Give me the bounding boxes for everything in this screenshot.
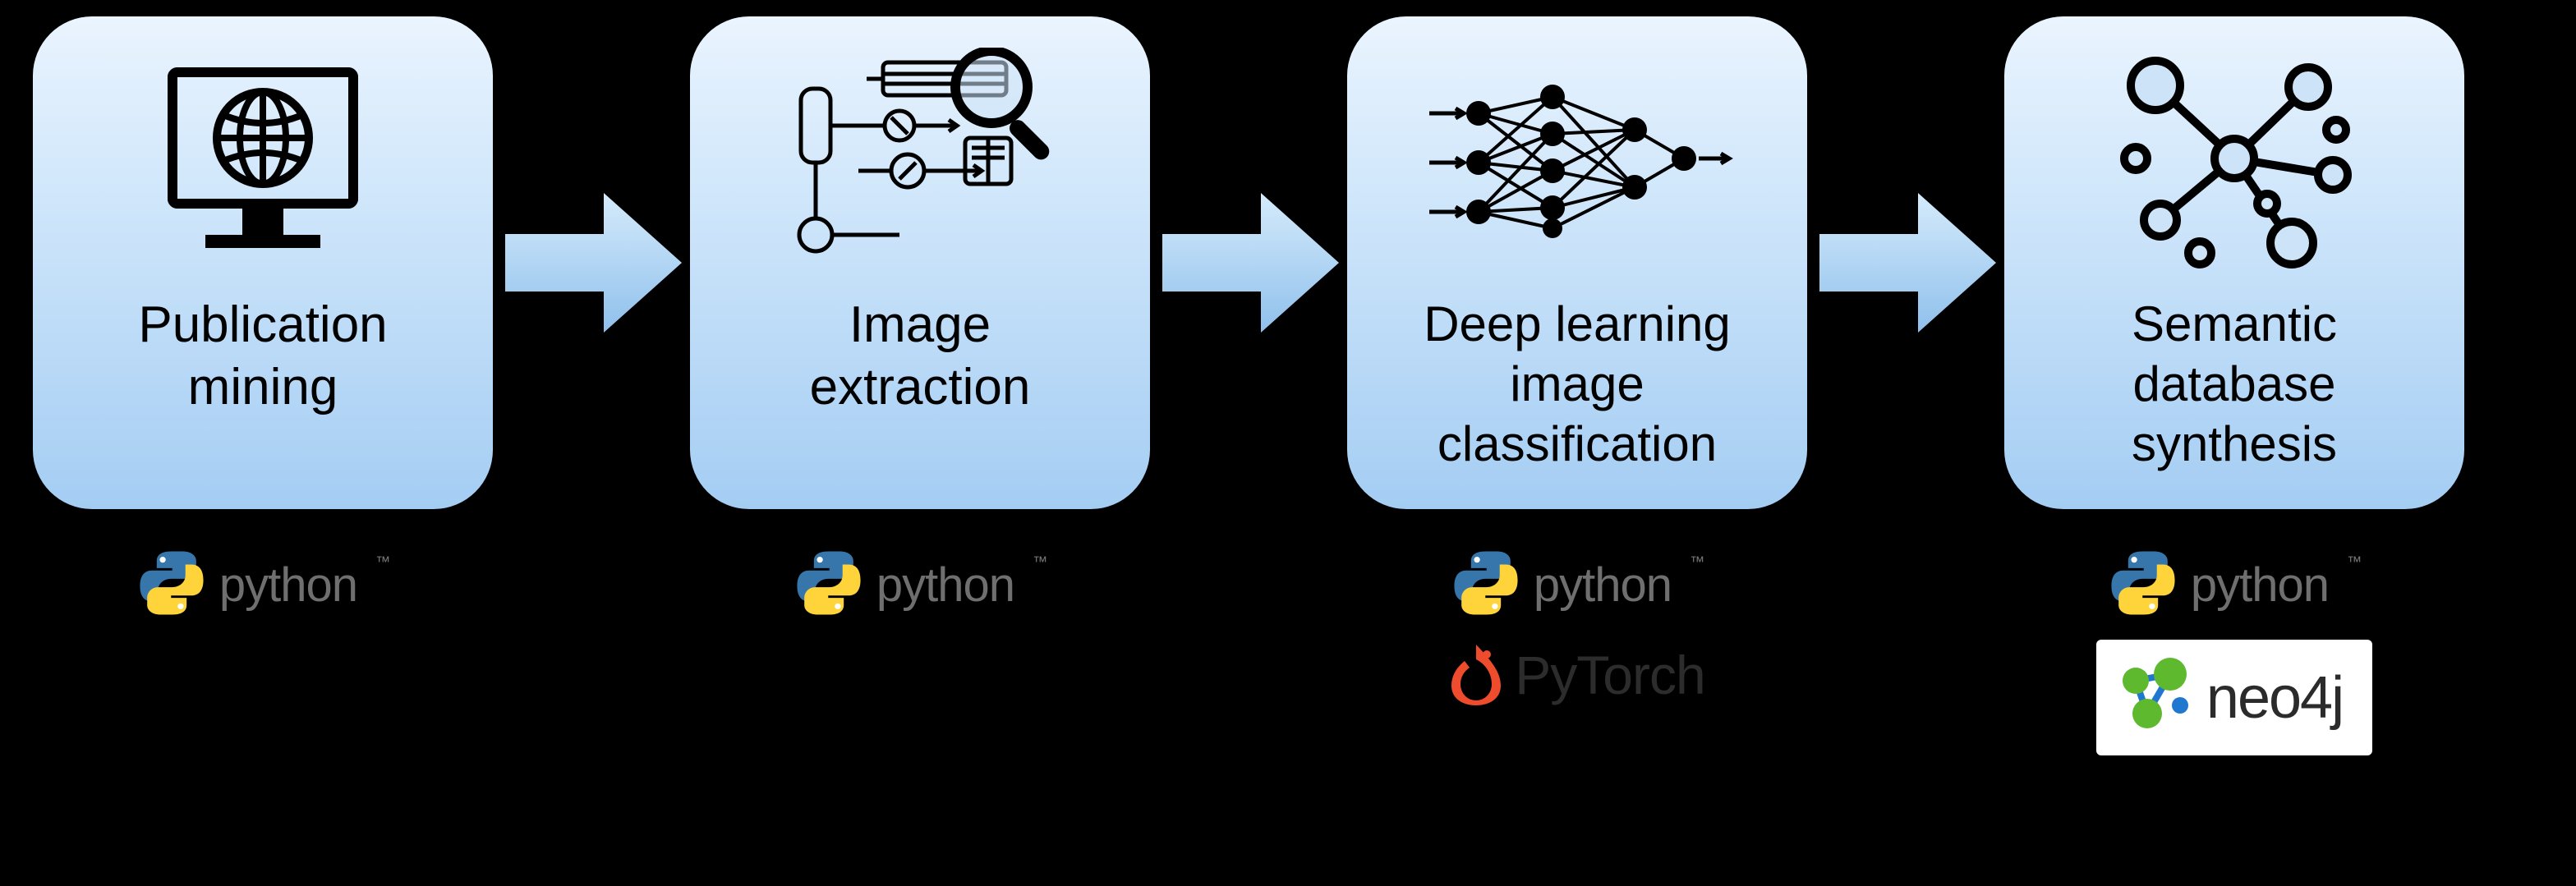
card-image-extraction: Imageextraction xyxy=(690,16,1150,509)
schematic-magnify-icon xyxy=(715,39,1125,286)
python-trademark: ™ xyxy=(1033,553,1047,571)
neural-net-icon xyxy=(1372,39,1782,286)
python-snake-icon xyxy=(2110,550,2176,620)
stage-logos: python ™ xyxy=(690,550,1150,620)
python-logo: python ™ xyxy=(1453,550,1701,620)
python-trademark: ™ xyxy=(1690,553,1704,571)
card-label: Publicationmining xyxy=(138,294,387,418)
python-snake-icon xyxy=(796,550,862,620)
pytorch-flame-icon xyxy=(1449,640,1503,709)
arrow-icon xyxy=(1807,16,2004,509)
python-wordmark: python xyxy=(876,558,1014,613)
monitor-globe-icon xyxy=(58,39,468,286)
python-wordmark: python xyxy=(1534,558,1672,613)
neo4j-logo: neo4j xyxy=(2096,640,2372,755)
card-publication-mining: Publicationmining xyxy=(33,16,493,509)
stage-logos: python ™ neo4j xyxy=(2004,550,2464,755)
python-wordmark: python xyxy=(2191,558,2329,613)
python-trademark: ™ xyxy=(2347,553,2362,571)
card-label: Deep learningimageclassification xyxy=(1424,294,1731,475)
python-snake-icon xyxy=(139,550,205,620)
pipeline-diagram: Publicationmining python ™ xyxy=(33,16,2543,755)
card-deep-learning: Deep learningimageclassification xyxy=(1347,16,1807,509)
pytorch-logo: PyTorch xyxy=(1449,640,1704,709)
neo4j-wordmark: neo4j xyxy=(2206,664,2343,732)
arrow-icon xyxy=(493,16,690,509)
python-snake-icon xyxy=(1453,550,1519,620)
pytorch-wordmark: PyTorch xyxy=(1515,644,1704,706)
python-logo: python ™ xyxy=(796,550,1044,620)
arrow-icon xyxy=(1150,16,1347,509)
python-logo: python ™ xyxy=(139,550,387,620)
card-label: Semanticdatabasesynthesis xyxy=(2132,294,2337,475)
stage-deep-learning: Deep learningimageclassification python … xyxy=(1347,16,1807,709)
stage-logos: python ™ xyxy=(33,550,493,620)
stage-publication-mining: Publicationmining python ™ xyxy=(33,16,493,620)
card-label: Imageextraction xyxy=(810,294,1031,418)
card-semantic-database: Semanticdatabasesynthesis xyxy=(2004,16,2464,509)
neo4j-graph-icon xyxy=(2116,656,2195,739)
python-trademark: ™ xyxy=(375,553,390,571)
graph-nodes-icon xyxy=(2029,39,2440,286)
stage-image-extraction: Imageextraction python ™ xyxy=(690,16,1150,620)
stage-semantic-database: Semanticdatabasesynthesis python ™ xyxy=(2004,16,2464,755)
python-logo: python ™ xyxy=(2110,550,2358,620)
stage-logos: python ™ PyTorch xyxy=(1347,550,1807,709)
python-wordmark: python xyxy=(219,558,357,613)
